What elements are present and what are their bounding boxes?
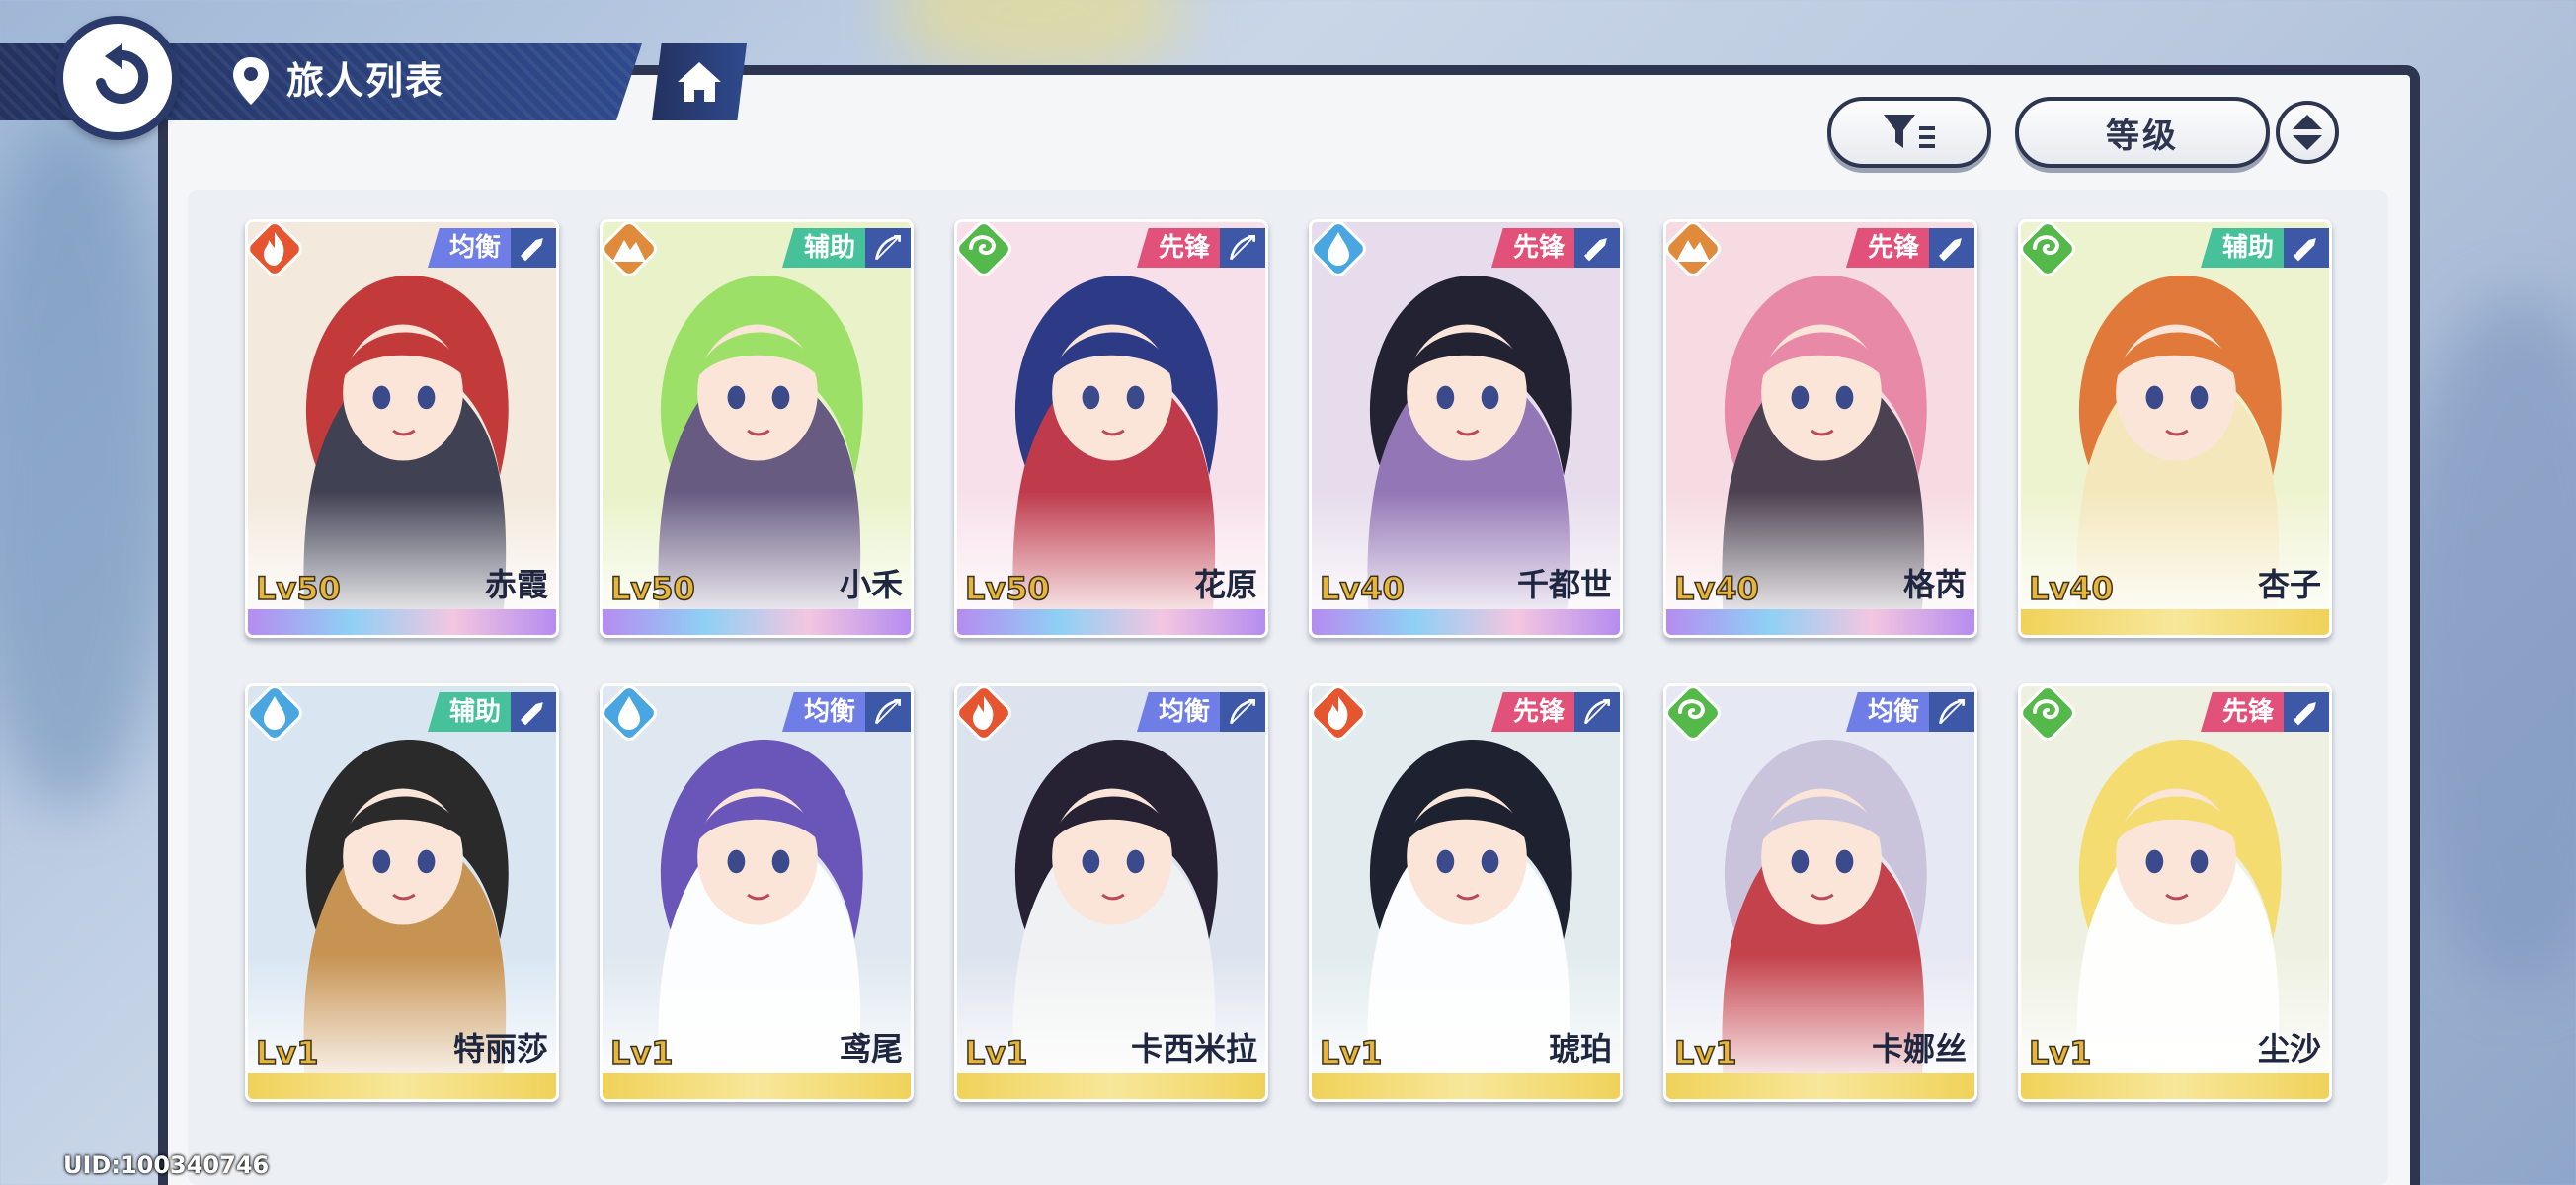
page-title: 旅人列表 <box>286 59 445 103</box>
rarity-stripe <box>957 609 1265 635</box>
wind-element-icon <box>1666 686 1721 741</box>
role-badge: 均衡 <box>1845 692 1929 732</box>
character-card[interactable]: 均衡 Lv1 卡西米拉 <box>954 683 1268 1102</box>
earth-element-icon <box>1666 222 1721 276</box>
home-icon <box>678 62 721 102</box>
level-label: Lv40 <box>1319 569 1405 608</box>
level-label: Lv50 <box>255 569 341 608</box>
role-badge: 辅助 <box>2200 228 2284 268</box>
sword-weapon-icon <box>1574 228 1620 268</box>
bow-weapon-icon <box>865 692 911 732</box>
level-label: Lv1 <box>964 1033 1028 1072</box>
rarity-stripe <box>603 1073 911 1099</box>
role-badge: 均衡 <box>1136 692 1220 732</box>
filter-button[interactable] <box>1827 97 1991 168</box>
role-badge: 先锋 <box>1136 228 1220 268</box>
wind-element-icon <box>957 222 1011 276</box>
character-name: 鸢尾 <box>839 1030 903 1067</box>
back-arrow-icon <box>96 43 149 104</box>
character-card[interactable]: 先锋 Lv1 琥珀 <box>1309 683 1623 1102</box>
water-element-icon <box>248 686 302 741</box>
rarity-stripe <box>1666 1073 1974 1099</box>
rarity-stripe <box>1312 1073 1620 1099</box>
level-label: Lv1 <box>255 1033 319 1072</box>
bow-weapon-icon <box>1220 692 1265 732</box>
character-card[interactable]: 均衡 Lv1 卡娜丝 <box>1663 683 1977 1102</box>
sword-weapon-icon <box>2284 692 2329 732</box>
bow-weapon-icon <box>865 228 911 268</box>
bow-weapon-icon <box>1574 692 1620 732</box>
fire-element-icon <box>1312 686 1366 741</box>
back-button[interactable] <box>55 16 180 140</box>
role-badge: 均衡 <box>427 228 511 268</box>
character-name: 杏子 <box>2257 566 2321 603</box>
bow-weapon-icon <box>1220 228 1265 268</box>
character-card[interactable]: 先锋 Lv40 千都世 <box>1309 219 1623 638</box>
level-label: Lv50 <box>964 569 1050 608</box>
sword-weapon-icon <box>511 228 556 268</box>
role-badge: 均衡 <box>781 692 865 732</box>
sword-weapon-icon <box>511 692 556 732</box>
level-label: Lv40 <box>2028 569 2114 608</box>
home-button[interactable] <box>652 43 747 120</box>
rarity-stripe <box>2021 1073 2329 1099</box>
level-label: Lv1 <box>609 1033 674 1072</box>
character-card[interactable]: 均衡 Lv1 鸢尾 <box>600 683 914 1102</box>
fire-element-icon <box>248 222 302 276</box>
character-card[interactable]: 辅助 Lv1 特丽莎 <box>245 683 559 1102</box>
level-label: Lv1 <box>1319 1033 1383 1072</box>
role-badge: 先锋 <box>1845 228 1929 268</box>
character-name: 花原 <box>1193 566 1257 603</box>
sword-weapon-icon <box>1929 228 1974 268</box>
character-card[interactable]: 均衡 Lv50 赤霞 <box>245 219 559 638</box>
character-name: 小禾 <box>839 566 903 603</box>
wind-element-icon <box>2021 222 2075 276</box>
level-label: Lv40 <box>1673 569 1759 608</box>
character-name: 格芮 <box>1902 566 1967 603</box>
water-element-icon <box>1312 222 1366 276</box>
role-badge: 辅助 <box>427 692 511 732</box>
rarity-stripe <box>1312 609 1620 635</box>
water-element-icon <box>603 686 657 741</box>
character-name: 千都世 <box>1516 566 1612 603</box>
character-card[interactable]: 先锋 Lv50 花原 <box>954 219 1268 638</box>
role-badge: 先锋 <box>2200 692 2284 732</box>
level-label: Lv1 <box>2028 1033 2092 1072</box>
location-pin-icon <box>233 57 269 105</box>
role-badge: 先锋 <box>1490 692 1574 732</box>
character-name: 琥珀 <box>1548 1030 1612 1067</box>
sword-weapon-icon <box>2284 228 2329 268</box>
uid-label: UID:100340746 <box>63 1151 270 1179</box>
sort-order-button[interactable] <box>2276 101 2339 164</box>
role-badge: 先锋 <box>1490 228 1574 268</box>
character-card[interactable]: 先锋 Lv40 格芮 <box>1663 219 1977 638</box>
level-label: Lv1 <box>1673 1033 1737 1072</box>
character-name: 特丽莎 <box>452 1030 548 1067</box>
wind-element-icon <box>2021 686 2075 741</box>
level-label: Lv50 <box>609 569 695 608</box>
rarity-stripe <box>248 609 556 635</box>
sort-order-icon <box>2293 115 2322 150</box>
character-name: 卡娜丝 <box>1871 1030 1967 1067</box>
earth-element-icon <box>603 222 657 276</box>
character-card[interactable]: 辅助 Lv50 小禾 <box>600 219 914 638</box>
bow-weapon-icon <box>1929 692 1974 732</box>
rarity-stripe <box>1666 609 1974 635</box>
rarity-stripe <box>603 609 911 635</box>
rarity-stripe <box>248 1073 556 1099</box>
filter-icon <box>1884 115 1935 148</box>
character-name: 卡西米拉 <box>1130 1030 1257 1067</box>
role-badge: 辅助 <box>781 228 865 268</box>
sort-by-button[interactable]: 等级 <box>2015 97 2270 168</box>
character-card[interactable]: 先锋 Lv1 尘沙 <box>2018 683 2332 1102</box>
character-card[interactable]: 辅助 Lv40 杏子 <box>2018 219 2332 638</box>
fire-element-icon <box>957 686 1011 741</box>
character-name: 赤霞 <box>484 566 548 603</box>
character-name: 尘沙 <box>2257 1030 2321 1067</box>
rarity-stripe <box>2021 609 2329 635</box>
rarity-stripe <box>957 1073 1265 1099</box>
